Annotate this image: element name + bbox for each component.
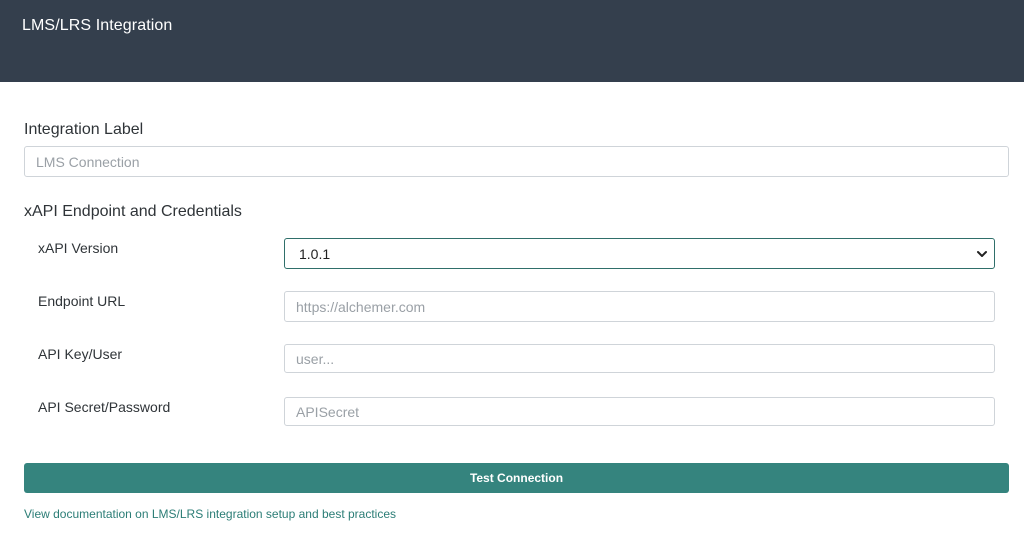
xapi-version-label: xAPI Version <box>38 240 119 256</box>
api-secret-input[interactable] <box>284 397 995 426</box>
api-key-input[interactable] <box>284 344 995 373</box>
app-header: LMS/LRS Integration <box>0 0 1024 82</box>
api-secret-label: API Secret/Password <box>38 399 171 415</box>
xapi-version-selected-value: 1.0.1 <box>299 246 331 262</box>
endpoint-url-label: Endpoint URL <box>38 293 126 309</box>
page-title: LMS/LRS Integration <box>22 17 173 34</box>
documentation-link[interactable]: View documentation on LMS/LRS integratio… <box>24 507 396 521</box>
endpoint-url-input[interactable] <box>284 291 995 322</box>
api-key-label: API Key/User <box>38 346 123 362</box>
integration-label-input[interactable] <box>24 146 1009 177</box>
test-connection-button[interactable]: Test Connection <box>24 463 1009 493</box>
integration-label-heading: Integration Label <box>24 121 144 138</box>
chevron-down-icon <box>977 251 987 257</box>
xapi-version-select[interactable]: 1.0.1 <box>284 238 995 269</box>
credentials-section-heading: xAPI Endpoint and Credentials <box>24 203 242 220</box>
